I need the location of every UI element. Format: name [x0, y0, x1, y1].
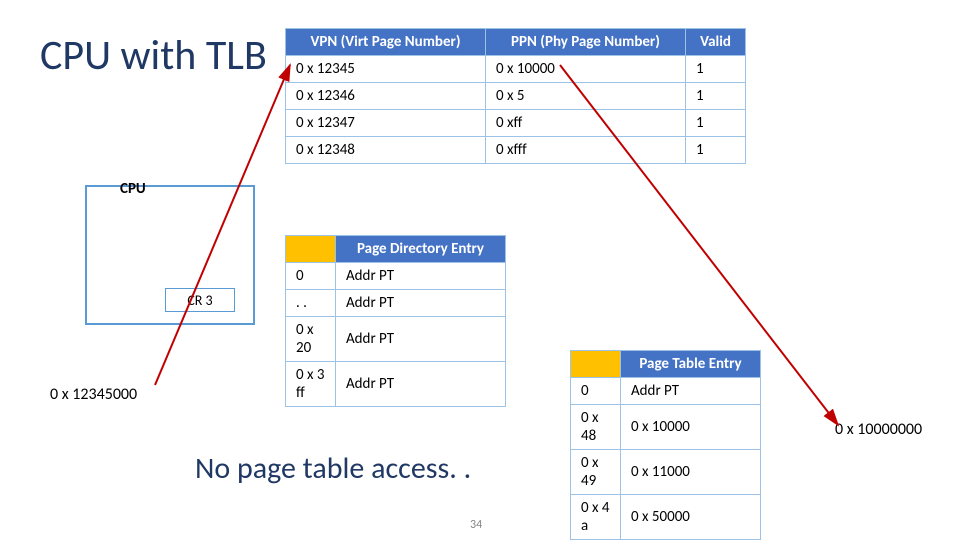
cpu-label: CPU: [120, 180, 146, 198]
no-page-table-access-text: No page table access. .: [195, 450, 471, 487]
tlb-header-valid: Valid: [686, 29, 746, 56]
table-row: 0 x 123450 x 100001: [286, 56, 746, 83]
page-number: 34: [470, 518, 482, 532]
table-row: 0 x 20Addr PT: [286, 317, 506, 362]
table-row: 0 x 123460 x 51: [286, 83, 746, 110]
table-row: 0 x 123480 xfff1: [286, 137, 746, 164]
table-row: 0 x 3 ffAddr PT: [286, 362, 506, 407]
page-title: CPU with TLB: [40, 30, 267, 81]
table-row: 0Addr PT: [571, 378, 761, 405]
cr3-register: CR 3: [165, 288, 235, 312]
pde-header: Page Directory Entry: [336, 236, 506, 263]
table-row: 0 x 490 x 11000: [571, 450, 761, 495]
tlb-table: VPN (Virt Page Number) PPN (Phy Page Num…: [285, 28, 746, 164]
table-row: 0Addr PT: [286, 263, 506, 290]
result-physical-address: 0 x 10000000: [835, 420, 922, 439]
pte-table: Page Table Entry 0Addr PT 0 x 480 x 1000…: [570, 350, 761, 540]
table-row: . .Addr PT: [286, 290, 506, 317]
virtual-address: 0 x 12345000: [50, 385, 137, 404]
table-row: 0 x 123470 xff1: [286, 110, 746, 137]
pde-blank-header: [286, 236, 336, 263]
pte-header: Page Table Entry: [621, 351, 761, 378]
table-row: 0 x 4 a0 x 50000: [571, 495, 761, 540]
pte-blank-header: [571, 351, 621, 378]
pde-table: Page Directory Entry 0Addr PT . .Addr PT…: [285, 235, 506, 407]
tlb-header-ppn: PPN (Phy Page Number): [486, 29, 686, 56]
tlb-header-vpn: VPN (Virt Page Number): [286, 29, 486, 56]
table-row: 0 x 480 x 10000: [571, 405, 761, 450]
